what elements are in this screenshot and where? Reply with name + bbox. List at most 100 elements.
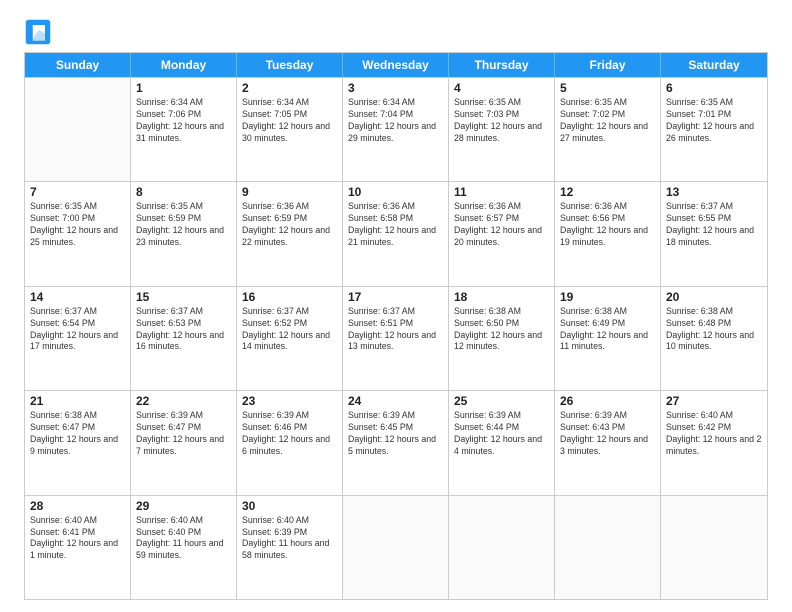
logo-icon [24,18,52,46]
day-info: Sunrise: 6:36 AM Sunset: 6:57 PM Dayligh… [454,201,549,249]
day-number: 17 [348,290,443,304]
day-cell-18: 18Sunrise: 6:38 AM Sunset: 6:50 PM Dayli… [449,287,555,390]
day-cell-11: 11 Sunrise: 6:36 AM Sunset: 6:57 PM Dayli… [449,182,555,285]
day-number: 11 [454,185,549,199]
day-number: 27 [666,394,762,408]
day-info: Sunrise: 6:38 AM Sunset: 6:48 PM Dayligh… [666,306,762,354]
day-cell-28: 28 Sunrise: 6:40 AM Sunset: 6:41 PM Dayli… [25,496,131,599]
day-cell-14: 14 Sunrise: 6:37 AM Sunset: 6:54 PM Dayli… [25,287,131,390]
header-day-tuesday: Tuesday [237,53,343,77]
day-cell-9: 9 Sunrise: 6:36 AM Sunset: 6:59 PM Daylig… [237,182,343,285]
day-cell-8: 8 Sunrise: 6:35 AM Sunset: 6:59 PM Daylig… [131,182,237,285]
day-cell-12: 12 Sunrise: 6:36 AM Sunset: 6:56 PM Dayli… [555,182,661,285]
header-day-thursday: Thursday [449,53,555,77]
header-day-friday: Friday [555,53,661,77]
day-info: Sunrise: 6:40 AM Sunset: 6:40 PM Dayligh… [136,515,231,563]
day-info: Sunrise: 6:36 AM Sunset: 6:56 PM Dayligh… [560,201,655,249]
day-cell-16: 16Sunrise: 6:37 AM Sunset: 6:52 PM Dayli… [237,287,343,390]
day-number: 28 [30,499,125,513]
day-number: 8 [136,185,231,199]
day-cell-empty [661,496,767,599]
day-info: Sunrise: 6:35 AM Sunset: 7:01 PM Dayligh… [666,97,762,145]
day-cell-25: 25Sunrise: 6:39 AM Sunset: 6:44 PM Dayli… [449,391,555,494]
day-number: 2 [242,81,337,95]
day-info: Sunrise: 6:35 AM Sunset: 7:03 PM Dayligh… [454,97,549,145]
day-number: 4 [454,81,549,95]
day-cell-empty [555,496,661,599]
page: SundayMondayTuesdayWednesdayThursdayFrid… [0,0,792,612]
day-cell-17: 17 Sunrise: 6:37 AM Sunset: 6:51 PM Dayli… [343,287,449,390]
day-cell-27: 27Sunrise: 6:40 AM Sunset: 6:42 PM Dayli… [661,391,767,494]
calendar-header: SundayMondayTuesdayWednesdayThursdayFrid… [25,53,767,77]
day-number: 3 [348,81,443,95]
day-number: 20 [666,290,762,304]
day-cell-21: 21Sunrise: 6:38 AM Sunset: 6:47 PM Dayli… [25,391,131,494]
header-day-sunday: Sunday [25,53,131,77]
day-info: Sunrise: 6:37 AM Sunset: 6:54 PM Dayligh… [30,306,125,354]
day-info: Sunrise: 6:40 AM Sunset: 6:41 PM Dayligh… [30,515,125,563]
day-info: Sunrise: 6:38 AM Sunset: 6:47 PM Dayligh… [30,410,125,458]
week-row-1: 1 Sunrise: 6:34 AM Sunset: 7:06 PM Daylig… [25,77,767,181]
day-info: Sunrise: 6:34 AM Sunset: 7:04 PM Dayligh… [348,97,443,145]
day-cell-10: 10 Sunrise: 6:36 AM Sunset: 6:58 PM Dayli… [343,182,449,285]
week-row-2: 7 Sunrise: 6:35 AM Sunset: 7:00 PM Daylig… [25,181,767,285]
day-number: 23 [242,394,337,408]
day-info: Sunrise: 6:39 AM Sunset: 6:46 PM Dayligh… [242,410,337,458]
day-number: 15 [136,290,231,304]
day-info: Sunrise: 6:36 AM Sunset: 6:59 PM Dayligh… [242,201,337,249]
day-info: Sunrise: 6:37 AM Sunset: 6:51 PM Dayligh… [348,306,443,354]
day-number: 10 [348,185,443,199]
logo [24,18,56,46]
day-cell-4: 4 Sunrise: 6:35 AM Sunset: 7:03 PM Daylig… [449,78,555,181]
day-cell-20: 20 Sunrise: 6:38 AM Sunset: 6:48 PM Dayli… [661,287,767,390]
day-cell-30: 30Sunrise: 6:40 AM Sunset: 6:39 PM Dayli… [237,496,343,599]
header [24,18,768,46]
calendar: SundayMondayTuesdayWednesdayThursdayFrid… [24,52,768,600]
day-number: 26 [560,394,655,408]
day-cell-19: 19 Sunrise: 6:38 AM Sunset: 6:49 PM Dayli… [555,287,661,390]
day-cell-15: 15 Sunrise: 6:37 AM Sunset: 6:53 PM Dayli… [131,287,237,390]
day-info: Sunrise: 6:36 AM Sunset: 6:58 PM Dayligh… [348,201,443,249]
day-cell-1: 1 Sunrise: 6:34 AM Sunset: 7:06 PM Daylig… [131,78,237,181]
day-info: Sunrise: 6:38 AM Sunset: 6:50 PM Dayligh… [454,306,549,354]
day-number: 7 [30,185,125,199]
day-number: 1 [136,81,231,95]
day-cell-2: 2 Sunrise: 6:34 AM Sunset: 7:05 PM Daylig… [237,78,343,181]
day-info: Sunrise: 6:39 AM Sunset: 6:45 PM Dayligh… [348,410,443,458]
day-info: Sunrise: 6:37 AM Sunset: 6:55 PM Dayligh… [666,201,762,249]
day-number: 12 [560,185,655,199]
day-number: 9 [242,185,337,199]
day-info: Sunrise: 6:37 AM Sunset: 6:52 PM Dayligh… [242,306,337,354]
day-cell-22: 22 Sunrise: 6:39 AM Sunset: 6:47 PM Dayli… [131,391,237,494]
day-cell-29: 29 Sunrise: 6:40 AM Sunset: 6:40 PM Dayli… [131,496,237,599]
day-cell-13: 13 Sunrise: 6:37 AM Sunset: 6:55 PM Dayli… [661,182,767,285]
day-info: Sunrise: 6:35 AM Sunset: 7:00 PM Dayligh… [30,201,125,249]
day-cell-6: 6Sunrise: 6:35 AM Sunset: 7:01 PM Daylig… [661,78,767,181]
day-cell-empty [449,496,555,599]
day-number: 19 [560,290,655,304]
day-number: 24 [348,394,443,408]
day-number: 13 [666,185,762,199]
day-number: 14 [30,290,125,304]
day-cell-23: 23 Sunrise: 6:39 AM Sunset: 6:46 PM Dayli… [237,391,343,494]
day-number: 25 [454,394,549,408]
day-cell-26: 26Sunrise: 6:39 AM Sunset: 6:43 PM Dayli… [555,391,661,494]
header-day-wednesday: Wednesday [343,53,449,77]
calendar-body: 1 Sunrise: 6:34 AM Sunset: 7:06 PM Daylig… [25,77,767,599]
week-row-4: 21Sunrise: 6:38 AM Sunset: 6:47 PM Dayli… [25,390,767,494]
day-number: 30 [242,499,337,513]
day-cell-empty [25,78,131,181]
day-info: Sunrise: 6:34 AM Sunset: 7:05 PM Dayligh… [242,97,337,145]
day-info: Sunrise: 6:35 AM Sunset: 6:59 PM Dayligh… [136,201,231,249]
day-info: Sunrise: 6:39 AM Sunset: 6:47 PM Dayligh… [136,410,231,458]
day-number: 22 [136,394,231,408]
day-cell-7: 7 Sunrise: 6:35 AM Sunset: 7:00 PM Daylig… [25,182,131,285]
day-info: Sunrise: 6:34 AM Sunset: 7:06 PM Dayligh… [136,97,231,145]
day-info: Sunrise: 6:37 AM Sunset: 6:53 PM Dayligh… [136,306,231,354]
day-number: 29 [136,499,231,513]
day-number: 5 [560,81,655,95]
day-cell-5: 5Sunrise: 6:35 AM Sunset: 7:02 PM Daylig… [555,78,661,181]
week-row-5: 28 Sunrise: 6:40 AM Sunset: 6:41 PM Dayli… [25,495,767,599]
header-day-monday: Monday [131,53,237,77]
day-info: Sunrise: 6:38 AM Sunset: 6:49 PM Dayligh… [560,306,655,354]
